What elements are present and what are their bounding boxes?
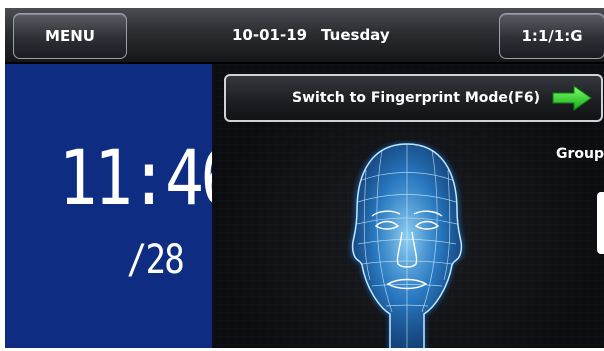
top-bar: MENU 10-01-19 Tuesday 1:1/1:G xyxy=(5,8,604,64)
clock-seconds: /28 xyxy=(126,237,185,283)
menu-button-label: MENU xyxy=(45,27,95,45)
date-display: 10-01-19 Tuesday xyxy=(165,8,465,62)
device-screen: MENU 10-01-19 Tuesday 1:1/1:G 11:46 /28 … xyxy=(5,8,604,348)
switch-fingerprint-mode-button[interactable]: Switch to Fingerprint Mode(F6) xyxy=(224,74,603,122)
face-scan-icon xyxy=(349,142,465,348)
menu-button[interactable]: MENU xyxy=(13,13,127,59)
switch-mode-label: Switch to Fingerprint Mode(F6) xyxy=(292,90,541,106)
group-number-partial xyxy=(597,192,604,254)
clock-panel: 11:46 /28 xyxy=(5,64,240,348)
date-text: 10-01-19 xyxy=(232,26,308,44)
green-right-arrow-icon xyxy=(552,85,592,111)
device-id-button[interactable]: 1:1/1:G xyxy=(499,13,604,59)
clock-time: 11:46 xyxy=(58,133,240,222)
weekday-text: Tuesday xyxy=(321,26,390,44)
verification-area: Switch to Fingerprint Mode(F6) Group xyxy=(212,64,604,348)
device-id-label: 1:1/1:G xyxy=(521,27,583,45)
group-label: Group xyxy=(556,146,604,162)
